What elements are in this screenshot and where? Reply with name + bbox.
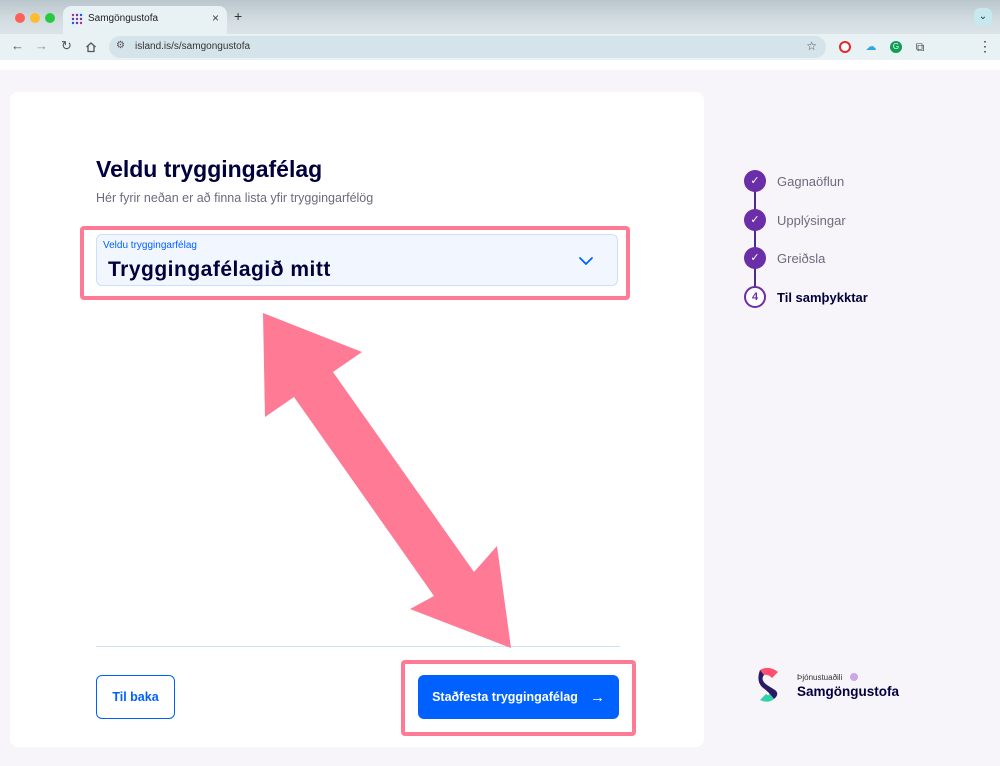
double-arrow-annotation — [263, 313, 511, 648]
double-arrow-shape — [263, 313, 511, 648]
